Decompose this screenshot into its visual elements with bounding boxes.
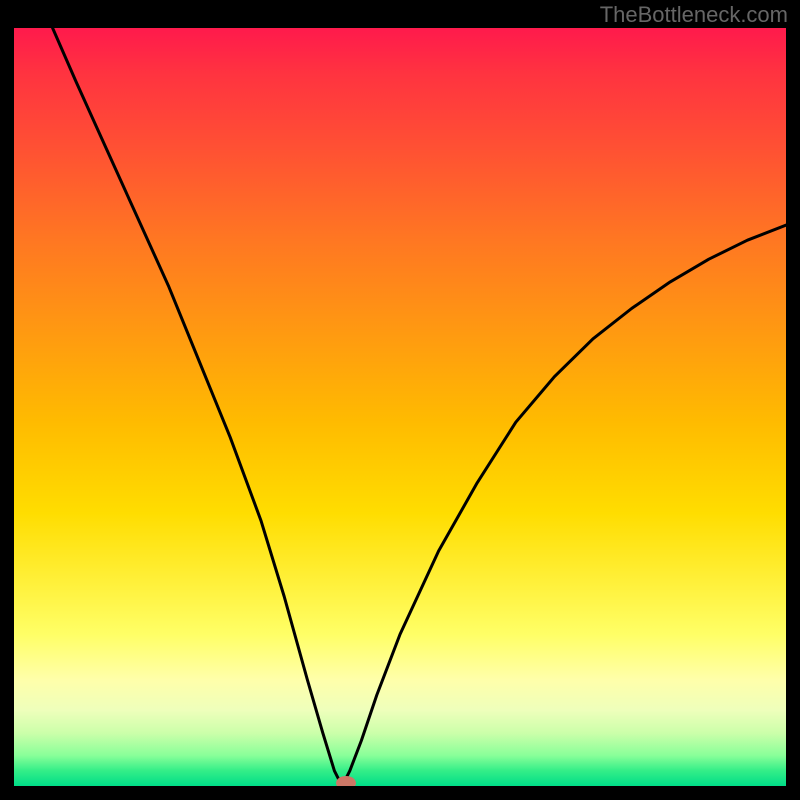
plot-area <box>14 28 786 786</box>
optimal-point-marker <box>336 776 356 786</box>
chart-container: TheBottleneck.com <box>0 0 800 800</box>
bottleneck-curve <box>14 28 786 786</box>
watermark-text: TheBottleneck.com <box>600 2 788 28</box>
